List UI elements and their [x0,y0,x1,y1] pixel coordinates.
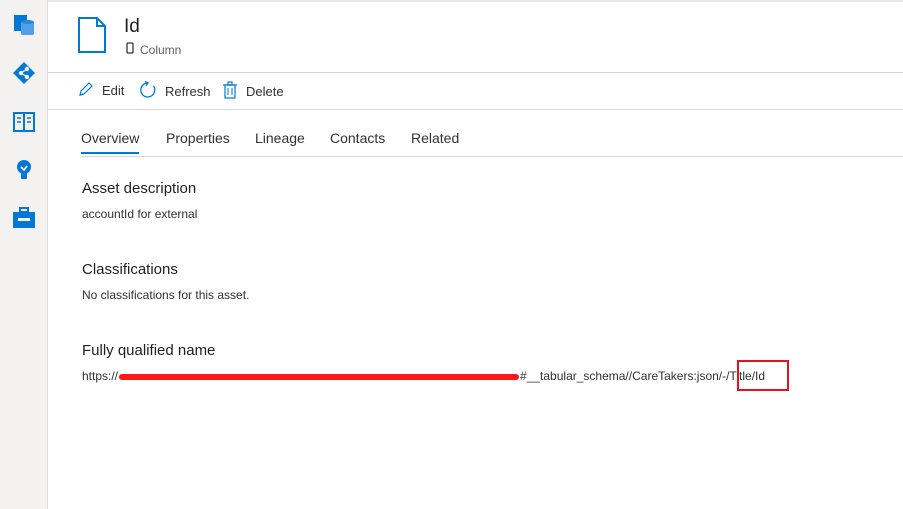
fqn-suffix: #__tabular_schema//CareTakers:json/-/Tit… [520,369,766,383]
data-map-icon[interactable] [10,59,38,87]
pencil-icon [78,81,94,100]
refresh-label: Refresh [165,84,211,99]
asset-title: Id [124,16,140,37]
highlight-box [737,360,789,391]
glossary-icon[interactable] [10,108,38,136]
tab-contacts[interactable]: Contacts [330,130,385,146]
refresh-button[interactable]: Refresh [139,80,211,102]
asset-type: Column [126,42,181,57]
redaction-mark [119,373,520,380]
column-icon [126,42,134,57]
asset-description-text: accountId for external [82,207,198,221]
refresh-icon [139,80,157,102]
left-nav [0,0,48,509]
fqn-prefix: https:// [82,369,119,383]
delete-label: Delete [246,84,284,99]
tab-overview[interactable]: Overview [81,130,140,154]
fqn-heading: Fully qualified name [82,342,216,359]
tabs-divider [81,156,903,157]
document-icon [77,17,107,59]
delete-button[interactable]: Delete [222,81,284,102]
asset-type-label: Column [140,42,182,57]
asset-description-heading: Asset description [82,180,197,197]
command-bar: Edit Refresh Delete [48,73,903,110]
tab-properties[interactable]: Properties [166,130,230,146]
classifications-text: No classifications for this asset. [82,288,250,302]
classifications-heading: Classifications [82,261,178,278]
insights-icon[interactable] [10,156,38,184]
tab-related[interactable]: Related [411,130,459,146]
asset-header: Id Column [48,2,903,73]
tab-lineage[interactable]: Lineage [255,130,305,146]
edit-button[interactable]: Edit [78,81,124,100]
management-icon[interactable] [10,204,38,232]
fully-qualified-name: https:// #__tabular_schema//CareTakers:js… [82,369,765,383]
data-catalog-icon[interactable] [10,11,38,39]
tab-bar: Overview Properties Lineage Contacts Rel… [81,118,903,156]
trash-icon [222,81,238,102]
edit-label: Edit [102,83,125,98]
